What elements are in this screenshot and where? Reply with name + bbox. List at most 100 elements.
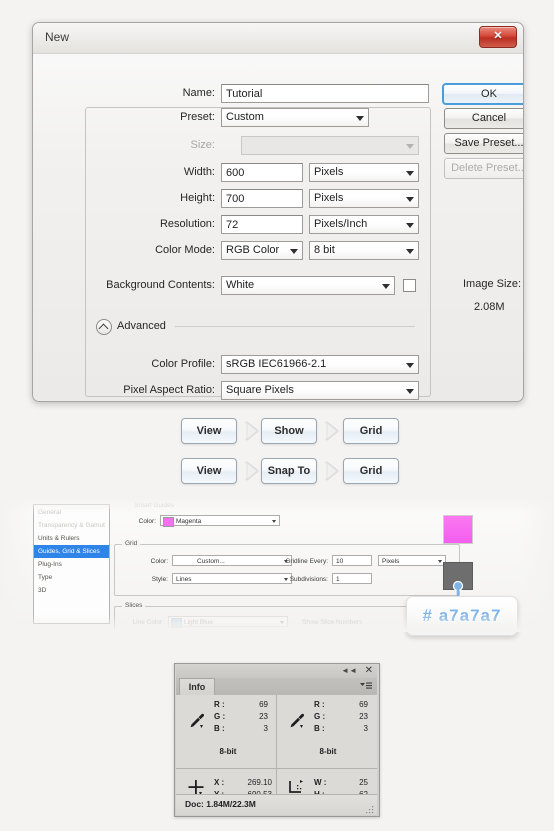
preset-dropdown[interactable]: Custom bbox=[221, 108, 369, 127]
advanced-divider bbox=[175, 326, 415, 327]
right-b-label: B : bbox=[314, 724, 325, 733]
flow1-step2-button[interactable]: Show bbox=[261, 418, 317, 444]
color-depth-dropdown[interactable]: 8 bit bbox=[309, 241, 419, 260]
resolution-input[interactable] bbox=[221, 215, 303, 234]
close-icon[interactable]: ✕ bbox=[479, 26, 517, 48]
sidebar-item-type[interactable]: Type bbox=[34, 571, 109, 584]
name-input[interactable] bbox=[221, 84, 429, 103]
pixel-aspect-value: Square Pixels bbox=[226, 384, 294, 396]
preferences-category-list[interactable]: General Transparency & Gamut Units & Rul… bbox=[33, 504, 110, 624]
chevron-down-icon bbox=[272, 520, 276, 523]
delete-preset-button[interactable]: Delete Preset... bbox=[444, 158, 523, 179]
flow-arrow-icon bbox=[245, 421, 261, 441]
color-depth-value: 8 bit bbox=[314, 244, 335, 256]
save-preset-button[interactable]: Save Preset... bbox=[444, 133, 523, 154]
right-r-label: R : bbox=[314, 700, 325, 709]
flow1-step3-button[interactable]: Grid bbox=[343, 418, 399, 444]
resolution-unit-dropdown[interactable]: Pixels/Inch bbox=[309, 215, 419, 234]
w-label: W : bbox=[314, 778, 327, 787]
chevron-down-icon bbox=[290, 249, 298, 254]
gridline-unit-dropdown[interactable]: Pixels bbox=[378, 555, 446, 566]
guide-color-value: Magenta bbox=[176, 518, 202, 525]
magenta-swatch-icon bbox=[163, 517, 174, 527]
guide-color-dropdown[interactable]: Magenta bbox=[160, 515, 280, 527]
preset-label: Preset: bbox=[180, 111, 215, 123]
color-mode-label: Color Mode: bbox=[155, 244, 215, 256]
chevron-down-icon bbox=[438, 560, 442, 563]
chevron-down-icon bbox=[406, 144, 414, 149]
left-g-value: 23 bbox=[259, 712, 268, 721]
cancel-button[interactable]: Cancel bbox=[444, 108, 523, 129]
chevron-down-icon bbox=[406, 197, 414, 202]
sidebar-item-plugins[interactable]: Plug-Ins bbox=[34, 558, 109, 571]
grid-group bbox=[114, 544, 460, 596]
resolution-label: Resolution: bbox=[159, 218, 215, 230]
left-b-label: B : bbox=[214, 724, 225, 733]
right-g-value: 23 bbox=[359, 712, 368, 721]
flow2-step2-button[interactable]: Snap To bbox=[261, 458, 317, 484]
height-unit-dropdown[interactable]: Pixels bbox=[309, 189, 419, 208]
dialog-titlebar bbox=[33, 23, 523, 54]
chevron-down-icon bbox=[356, 116, 364, 121]
size-label: Size: bbox=[190, 139, 215, 151]
right-b-value: 3 bbox=[363, 724, 368, 733]
chevron-down-icon bbox=[406, 223, 414, 228]
pixel-aspect-dropdown[interactable]: Square Pixels bbox=[221, 381, 419, 400]
menu-flow-diagram: View Show Grid View Snap To Grid bbox=[0, 406, 554, 494]
sidebar-item-units-rulers[interactable]: Units & Rulers bbox=[34, 532, 109, 545]
gridline-every-input[interactable]: 10 bbox=[332, 555, 372, 566]
sidebar-item-guides-grid-slices[interactable]: Guides, Grid & Slices bbox=[34, 545, 109, 558]
chevron-down-icon bbox=[406, 171, 414, 176]
color-profile-dropdown[interactable]: sRGB IEC61966-2.1 bbox=[221, 355, 419, 374]
background-transparency-checkbox[interactable] bbox=[403, 279, 416, 292]
close-icon[interactable]: ✕ bbox=[365, 665, 373, 676]
gridline-every-value: 10 bbox=[336, 558, 344, 565]
advanced-disclosure-icon[interactable] bbox=[96, 319, 112, 335]
width-unit-value: Pixels bbox=[314, 166, 344, 178]
eyedropper-icon bbox=[188, 712, 206, 735]
eyedropper-icon bbox=[288, 712, 306, 735]
right-r-value: 69 bbox=[359, 700, 368, 709]
color-profile-value: sRGB IEC61966-2.1 bbox=[226, 358, 327, 370]
collapse-icon[interactable]: ◄◄ bbox=[341, 666, 357, 675]
height-unit-value: Pixels bbox=[314, 192, 344, 204]
magenta-color-swatch[interactable] bbox=[443, 515, 473, 544]
sidebar-item-3d[interactable]: 3D bbox=[34, 584, 109, 597]
color-mode-dropdown[interactable]: RGB Color bbox=[221, 241, 303, 260]
grid-group-title: Grid bbox=[122, 540, 141, 547]
left-bit-depth: 8-bit bbox=[219, 747, 237, 756]
flow2-step1-button[interactable]: View bbox=[181, 458, 237, 484]
guide-color-label: Color: bbox=[138, 518, 156, 525]
panel-menu-icon[interactable] bbox=[360, 682, 372, 691]
tab-info[interactable]: Info bbox=[179, 678, 215, 696]
preset-value: Custom bbox=[226, 111, 264, 123]
subdivisions-value: 1 bbox=[336, 576, 340, 583]
resize-grip-icon[interactable] bbox=[366, 805, 374, 814]
ok-button[interactable]: OK bbox=[442, 83, 523, 105]
flow2-step3-button[interactable]: Grid bbox=[343, 458, 399, 484]
background-contents-dropdown[interactable]: White bbox=[221, 276, 395, 295]
background-contents-value: White bbox=[226, 279, 255, 291]
width-unit-dropdown[interactable]: Pixels bbox=[309, 163, 419, 182]
x-value: 269.10 bbox=[247, 778, 272, 787]
image-size-value: 2.08M bbox=[474, 301, 505, 313]
flow1-step1-button[interactable]: View bbox=[181, 418, 237, 444]
info-panel-statusbar: Doc: 1.84M/22.3M bbox=[176, 794, 377, 815]
height-input[interactable] bbox=[221, 189, 303, 208]
grid-color-value: Custom... bbox=[197, 558, 225, 565]
info-panel: ◄◄ ✕ Info R : 69 G : 23 B: 3 8-bit R: … bbox=[174, 663, 380, 817]
subdivisions-input[interactable]: 1 bbox=[332, 573, 372, 584]
w-value: 25 bbox=[359, 778, 368, 787]
info-panel-tabrow: Info bbox=[176, 678, 377, 696]
width-input[interactable] bbox=[221, 163, 303, 182]
divider bbox=[276, 695, 277, 768]
background-contents-label: Background Contents: bbox=[106, 279, 215, 291]
sidebar-item-transparency[interactable]: Transparency & Gamut bbox=[34, 519, 109, 532]
height-label: Height: bbox=[180, 192, 215, 204]
left-b-value: 3 bbox=[263, 724, 268, 733]
right-bit-depth: 8-bit bbox=[319, 747, 337, 756]
flow-arrow-icon bbox=[325, 461, 341, 481]
flow-arrow-icon bbox=[325, 421, 341, 441]
chevron-down-icon bbox=[382, 284, 390, 289]
advanced-label: Advanced bbox=[117, 320, 166, 332]
